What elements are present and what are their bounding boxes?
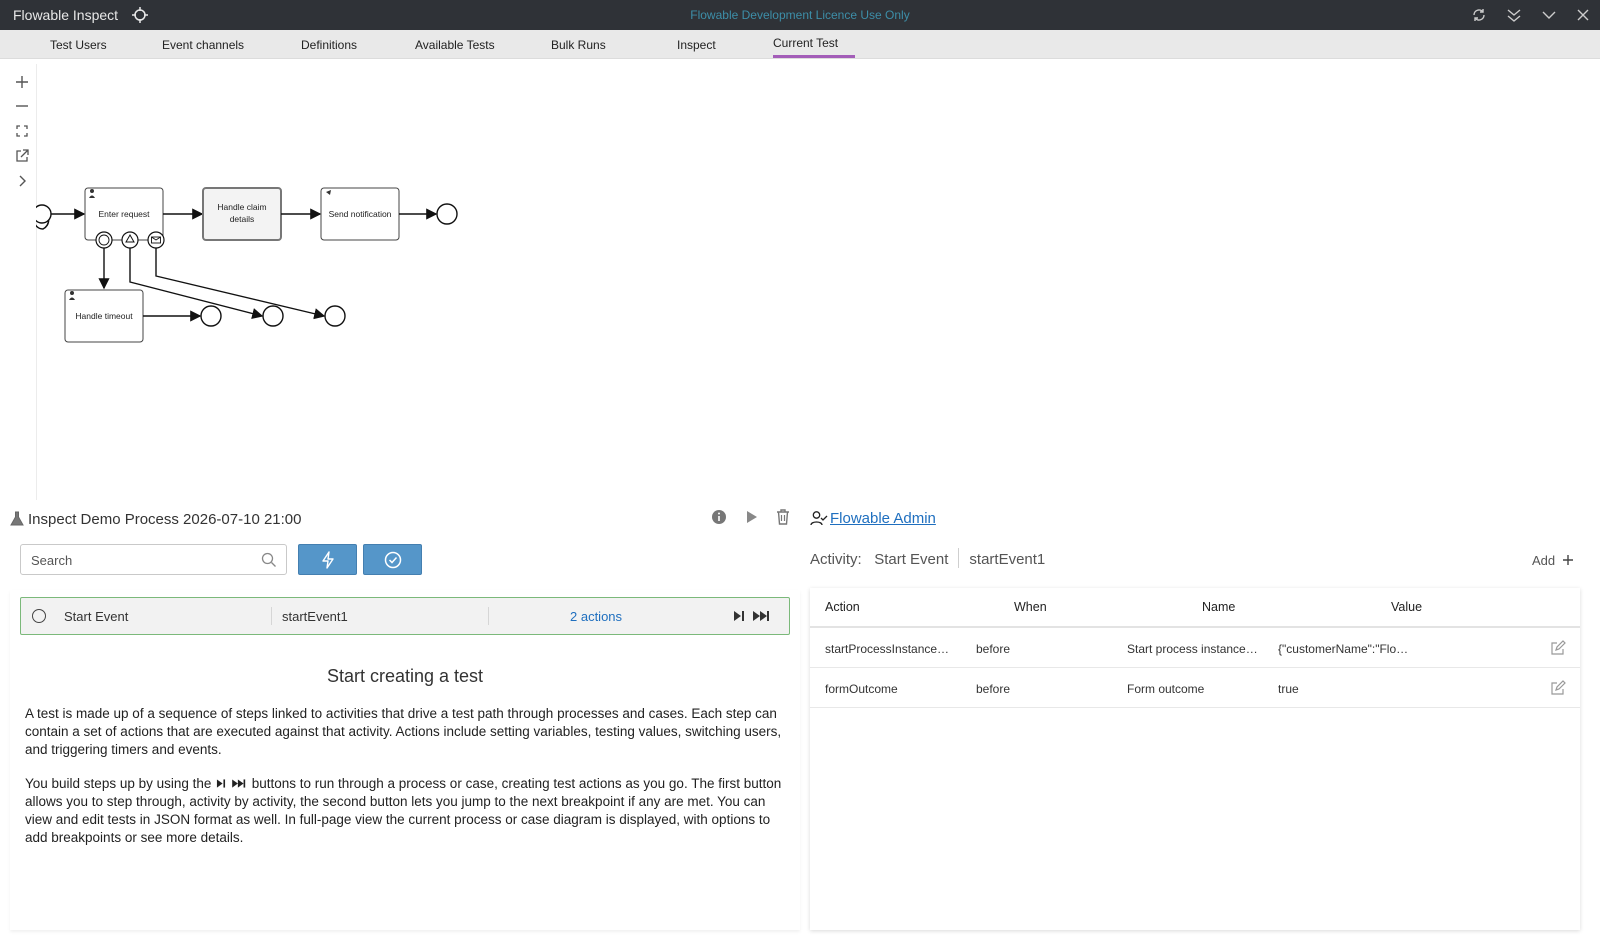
flask-icon <box>10 511 24 527</box>
chevron-down-icon[interactable] <box>1540 6 1558 24</box>
cell-name: Start process instance… <box>1127 642 1258 656</box>
add-label: Add <box>1532 553 1556 568</box>
tab-test-users[interactable]: Test Users <box>50 38 107 52</box>
zoom-out-icon[interactable] <box>12 96 32 116</box>
task-enter-request[interactable]: Enter request <box>84 187 164 241</box>
cell-when: before <box>976 682 1011 696</box>
step-actions-link[interactable]: 2 actions <box>570 609 622 624</box>
column-header-when[interactable]: When <box>1014 600 1047 614</box>
intro-paragraph: A test is made up of a sequence of steps… <box>25 706 782 757</box>
tab-current-test[interactable]: Current Test <box>773 36 838 50</box>
task-handle-timeout[interactable]: Handle timeout <box>64 289 144 343</box>
title-bar: Flowable Inspect Flowable Development Li… <box>0 0 1600 30</box>
info-icon[interactable] <box>710 508 728 526</box>
task-label: Enter request <box>98 209 150 219</box>
intro-paragraph-buttons: You build steps up by using the buttons … <box>25 775 785 847</box>
close-icon[interactable] <box>1574 6 1592 24</box>
column-header-value[interactable]: Value <box>1391 600 1422 614</box>
column-header-action[interactable]: Action <box>825 600 860 614</box>
add-action-button[interactable]: Add <box>1532 553 1574 568</box>
user-link[interactable]: Flowable Admin <box>830 510 936 527</box>
cell-action: startProcessInstance… <box>825 642 950 656</box>
task-label: details <box>230 214 255 224</box>
column-divider <box>488 607 489 625</box>
task-label: Send notification <box>329 209 392 219</box>
search-field <box>20 544 287 575</box>
task-handle-claim-details[interactable]: Handle claim details <box>202 187 282 241</box>
step-icon[interactable] <box>732 608 746 624</box>
activity-label: Activity: <box>810 551 862 568</box>
task-label: Handle timeout <box>75 311 133 321</box>
tab-bulk-runs[interactable]: Bulk Runs <box>551 38 606 52</box>
active-tab-indicator <box>773 55 855 58</box>
process-diagram[interactable]: Enter request Handle claim details Send … <box>36 180 476 350</box>
table-row[interactable]: formOutcome before Form outcome true <box>810 668 1580 708</box>
column-header-name[interactable]: Name <box>1202 600 1235 614</box>
table-row[interactable]: startProcessInstance… before Start proce… <box>810 628 1580 668</box>
tab-inspect[interactable]: Inspect <box>677 38 716 52</box>
trash-icon[interactable] <box>774 508 792 526</box>
steps-panel <box>10 590 800 930</box>
skip-icon <box>232 779 246 788</box>
trigger-event-button[interactable] <box>298 544 357 575</box>
edit-icon[interactable] <box>1550 640 1566 656</box>
column-divider <box>271 607 272 625</box>
end-event <box>324 305 346 327</box>
fit-icon[interactable] <box>12 121 32 141</box>
search-icon[interactable] <box>261 552 277 568</box>
tab-bar: Test Users Event channels Definitions Av… <box>0 30 1600 59</box>
licence-notice: Flowable Development Licence Use Only <box>690 8 910 22</box>
chevron-right-icon[interactable] <box>12 171 32 191</box>
step-icon <box>217 779 226 788</box>
activity-info: Activity: Start Event startEvent1 <box>810 548 1045 568</box>
start-event[interactable] <box>36 204 52 230</box>
cell-when: before <box>976 642 1011 656</box>
user-check-icon <box>810 510 828 526</box>
double-chevron-down-icon[interactable] <box>1505 6 1523 24</box>
tab-event-channels[interactable]: Event channels <box>162 38 244 52</box>
refresh-icon[interactable] <box>1470 6 1488 24</box>
cell-name: Form outcome <box>1127 682 1205 696</box>
timer-boundary-event[interactable] <box>95 231 113 249</box>
end-event <box>200 305 222 327</box>
task-send-notification[interactable]: Send notification <box>320 187 400 241</box>
task-label: Handle claim <box>217 202 266 212</box>
assert-button[interactable] <box>363 544 422 575</box>
step-name: Start Event <box>64 609 129 624</box>
zoom-in-icon[interactable] <box>12 72 32 92</box>
intro-text: You build steps up by using the <box>25 776 212 791</box>
test-title: Inspect Demo Process 2026-07-10 21:00 <box>28 511 302 528</box>
open-external-icon[interactable] <box>12 146 32 166</box>
play-icon[interactable] <box>742 508 760 526</box>
search-input[interactable] <box>31 551 251 569</box>
cell-action: formOutcome <box>825 682 898 696</box>
end-event <box>436 203 458 225</box>
end-event <box>262 305 284 327</box>
divider <box>958 548 960 568</box>
message-boundary-event[interactable] <box>147 231 165 249</box>
activity-id: startEvent1 <box>969 551 1046 568</box>
actions-table: Action When Name Value startProcessInsta… <box>810 588 1580 930</box>
step-id: startEvent1 <box>282 609 348 624</box>
skip-icon[interactable] <box>752 608 772 624</box>
cell-value: true <box>1278 682 1299 696</box>
check-circle-icon <box>384 551 402 569</box>
lightning-icon <box>322 551 334 569</box>
intro-heading: Start creating a test <box>326 666 484 686</box>
step-row[interactable]: Start Event startEvent1 2 actions <box>20 597 790 635</box>
plus-icon <box>1562 555 1573 565</box>
escalation-boundary-event[interactable] <box>121 231 139 249</box>
edit-icon[interactable] <box>1550 680 1566 696</box>
step-radio[interactable] <box>32 609 46 623</box>
cell-value: {"customerName":"Flo… <box>1278 642 1409 656</box>
activity-name: Start Event <box>874 551 949 568</box>
tab-available-tests[interactable]: Available Tests <box>415 38 495 52</box>
tab-definitions[interactable]: Definitions <box>301 38 357 52</box>
